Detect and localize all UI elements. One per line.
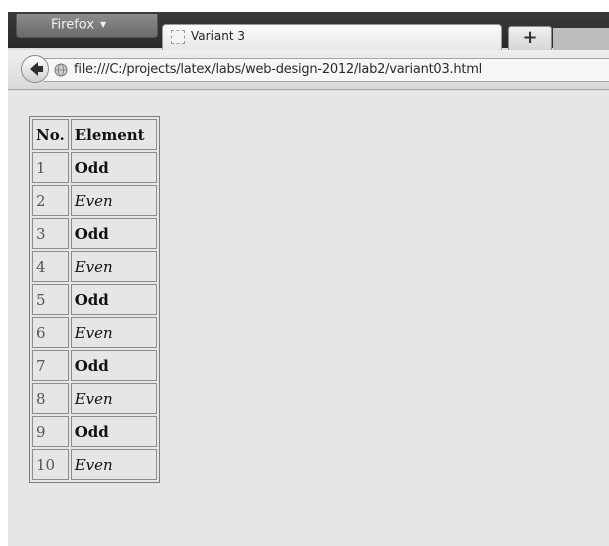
row-number-cell: 7	[32, 350, 69, 381]
element-cell: Odd	[70, 218, 157, 249]
screenshot-frame: Firefox ▼ Variant 3 + file:///C:/projects…	[0, 0, 609, 546]
table-row: 1 Odd	[32, 152, 157, 183]
table-row: 9 Odd	[32, 416, 157, 447]
row-number-cell: 9	[32, 416, 69, 447]
row-number-cell: 8	[32, 383, 69, 414]
browser-window: Firefox ▼ Variant 3 + file:///C:/projects…	[8, 12, 609, 546]
table-header-row: No. Element	[32, 119, 157, 150]
table-row: 2 Even	[32, 185, 157, 216]
navigation-bar: file:///C:/projects/latex/labs/web-desig…	[8, 50, 609, 90]
new-tab-button[interactable]: +	[508, 26, 552, 50]
tab-strip-empty-area	[553, 28, 609, 50]
element-cell: Odd	[70, 350, 157, 381]
row-number-cell: 5	[32, 284, 69, 315]
tab-title: Variant 3	[191, 29, 246, 43]
tab-strip: Firefox ▼ Variant 3 +	[8, 12, 609, 50]
plus-icon: +	[522, 27, 538, 48]
url-bar[interactable]: file:///C:/projects/latex/labs/web-desig…	[44, 58, 609, 82]
element-cell: Odd	[70, 284, 157, 315]
table-row: 7 Odd	[32, 350, 157, 381]
chevron-down-icon: ▼	[100, 20, 107, 29]
row-number-cell: 10	[32, 449, 69, 480]
table-row: 5 Odd	[32, 284, 157, 315]
element-cell: Odd	[70, 152, 157, 183]
element-cell: Even	[70, 383, 157, 414]
element-cell: Even	[70, 317, 157, 348]
row-number-cell: 4	[32, 251, 69, 282]
globe-icon	[54, 63, 68, 77]
row-number-cell: 3	[32, 218, 69, 249]
url-text: file:///C:/projects/latex/labs/web-desig…	[74, 62, 482, 77]
element-cell: Odd	[70, 416, 157, 447]
row-number-cell: 6	[32, 317, 69, 348]
page-icon	[171, 30, 185, 44]
back-arrow-icon	[30, 62, 43, 76]
column-header-no: No.	[32, 119, 69, 150]
tab-variant-3[interactable]: Variant 3	[162, 24, 502, 50]
page-content: No. Element 1 Odd 2 Even 3 Odd 4 Even 5 Odd 6 Even 7…	[8, 91, 609, 546]
back-button[interactable]	[21, 55, 49, 83]
table-row: 6 Even	[32, 317, 157, 348]
firefox-menu-label: Firefox	[51, 17, 95, 33]
table-row: 3 Odd	[32, 218, 157, 249]
row-number-cell: 2	[32, 185, 69, 216]
row-number-cell: 1	[32, 152, 69, 183]
table-row: 10 Even	[32, 449, 157, 480]
elements-table: No. Element 1 Odd 2 Even 3 Odd 4 Even 5 Odd 6 Even 7…	[29, 116, 160, 483]
element-cell: Even	[70, 185, 157, 216]
table-row: 8 Even	[32, 383, 157, 414]
firefox-menu-button[interactable]: Firefox ▼	[16, 14, 158, 38]
table-row: 4 Even	[32, 251, 157, 282]
table-body: 1 Odd 2 Even 3 Odd 4 Even 5 Odd 6 Even 7 Odd 8 Even 9 Odd…	[32, 152, 157, 480]
element-cell: Even	[70, 449, 157, 480]
column-header-element: Element	[70, 119, 157, 150]
element-cell: Even	[70, 251, 157, 282]
